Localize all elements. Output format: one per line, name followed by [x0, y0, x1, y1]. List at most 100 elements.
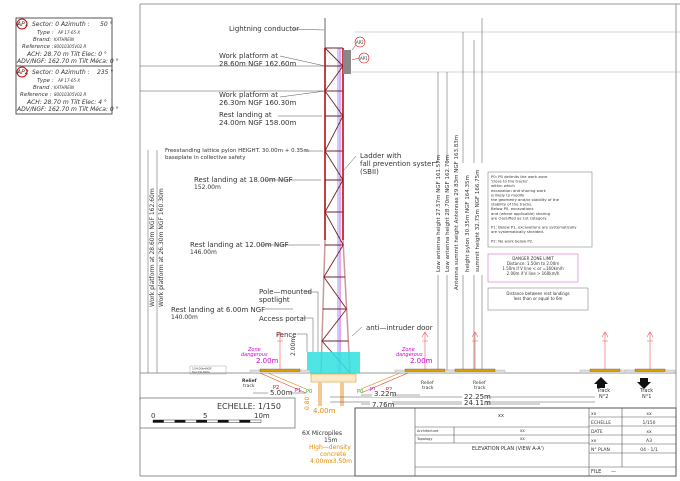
- label-ladder-3: (SBII): [360, 168, 379, 176]
- label-pylon-height: height pylon 30.35m NGF 164.35m: [465, 175, 471, 272]
- rail-track: [634, 368, 666, 372]
- ach: ACH: 28.70 m Tilt Elec: 0 °: [26, 51, 107, 58]
- pylon-brace: [323, 244, 344, 278]
- label-vertical-wp1: Work platform at 28.60m NGF 162.60m: [149, 188, 156, 307]
- label-fence-height: 2.00m: [290, 337, 297, 356]
- type: AP 17-65-X: [57, 30, 80, 35]
- label-pylon-sub: baseplate in collective safety: [165, 155, 246, 161]
- antenna-id: AP1: [16, 21, 29, 28]
- note-line: are classified as 1st category.: [491, 215, 547, 220]
- label-rest-landing-12: Rest landing at 12.00m NGF: [190, 241, 289, 249]
- label-relief-track-2: track: [422, 385, 434, 391]
- title-row-value: xx: [646, 412, 652, 417]
- type-label: Type :: [37, 78, 54, 84]
- label-ladder: Ladder with: [360, 152, 401, 160]
- title-main: xx: [498, 413, 504, 419]
- azimuth: 50 °: [100, 21, 113, 28]
- sector: Sector: 0 Azimuth :: [32, 69, 90, 76]
- title-architecture-label: Architecture: [417, 429, 438, 433]
- title-row-label: DATE: [591, 429, 603, 435]
- sector: Sector: 0 Azimuth :: [32, 21, 90, 28]
- title-row-label: xx: [591, 412, 597, 417]
- label-zone-distance: 2.00m: [410, 357, 433, 365]
- label-work-platform-2: Work platform at: [219, 91, 278, 99]
- reference-label: Reference :: [22, 44, 54, 50]
- title-row-value: xx: [646, 430, 652, 435]
- pylon-brace: [324, 211, 344, 246]
- note-line: P2: No work below P2.: [491, 238, 533, 243]
- label-work-platform-1: Work platform at: [219, 52, 278, 60]
- azimuth: 235 °: [97, 69, 113, 76]
- elevation-drawing: AP1 Sector: 0 Azimuth : 50 ° Type : AP 1…: [15, 3, 680, 477]
- label-p0: P0: [357, 389, 363, 395]
- scale-tick: 10m: [254, 412, 270, 420]
- dim-24-11m: 24.11m: [464, 399, 491, 407]
- label-zone-distance: 2.00m: [256, 357, 279, 365]
- brand-label: Brand:: [33, 37, 51, 43]
- type: AP 17-65-X: [57, 78, 80, 83]
- brand: KATHREIN: [54, 37, 74, 42]
- label-concrete-2: concrete: [320, 451, 346, 458]
- foundation-slab: [310, 373, 357, 383]
- antenna-box-ap2: AP2 Sector: 0 Azimuth : 235 ° Type : AP …: [15, 65, 119, 115]
- title-topology-value: xx: [520, 436, 525, 441]
- label-p0: P0: [306, 389, 312, 395]
- label-anti-intruder-door: anti—intruder door: [366, 324, 433, 332]
- adv: ADV/NGF: 162.70 m Tilt Méca: 0 °: [16, 58, 119, 65]
- label-work-platform-1-value: 28.60m NGF 162.60m: [219, 60, 296, 68]
- type-label: Type :: [37, 30, 54, 36]
- micropile: [340, 382, 344, 406]
- ap1-marker: AP1: [360, 56, 368, 61]
- title-row-label: xx: [591, 439, 597, 444]
- label-rest-landing-18: Rest landing at 18.00m NGF: [194, 176, 293, 184]
- title-block: [354, 407, 677, 477]
- label-access-portal: Access portal: [259, 315, 306, 323]
- title-row-value: A3: [646, 438, 652, 444]
- micropile: [318, 382, 322, 406]
- title-file-value: —: [611, 469, 616, 475]
- title-row-value: 04 - 1/1: [640, 447, 658, 453]
- note-distance: Distance between rest landingsless than …: [487, 287, 589, 311]
- label-micropiles-length: 15m: [324, 437, 338, 444]
- brand-label: Brand :: [33, 85, 53, 91]
- title-row-label: ECHELLE: [591, 420, 611, 426]
- antenna-panel: [343, 50, 351, 74]
- pylon-brace: [321, 308, 347, 342]
- label-relief-track-2: track: [243, 383, 255, 389]
- label-rest-landing-18-value: 152.00m: [194, 184, 221, 191]
- label-relief-track-2: track: [474, 385, 486, 391]
- title-file-label: FILE: [591, 469, 601, 475]
- label-concrete-size: 4.00mx3.50m: [310, 458, 352, 465]
- antenna-id: AP2: [16, 69, 29, 76]
- leaders: [140, 28, 363, 373]
- label-rest-landing-6: Rest landing at 6.00m NGF: [171, 306, 265, 314]
- label-low-antenna-height-1: Low antenna height 27.57m NGF 161.57m: [436, 155, 442, 272]
- label-ladder-2: fall prevention system: [360, 160, 438, 168]
- scale-tick: 5: [203, 412, 207, 420]
- rail-track: [454, 368, 496, 372]
- label-rest-landing-6-value: 140.00m: [171, 314, 198, 321]
- label-antenna-summit-height: Antenna summit height Antennas 29.83m NG…: [454, 135, 460, 290]
- reference: 80010305V02 R: [54, 92, 86, 97]
- scale-segment: [196, 420, 207, 423]
- rail-track: [259, 368, 301, 372]
- dim-4m: 4.00m: [313, 407, 336, 415]
- dim-3-22m: 3.22m: [374, 390, 397, 398]
- title-topology-label: Topology: [416, 437, 432, 441]
- scale-box: ECHELLE: 1/150 0 5 10m: [139, 397, 676, 477]
- scale-tick: 0: [151, 412, 155, 420]
- pylon-brace: [323, 276, 347, 310]
- note-line: 2.00m if V line > 160km/h: [507, 271, 560, 276]
- title-row-value: 1/150: [643, 420, 656, 426]
- scale-segment: [174, 420, 186, 423]
- scale-segment: [153, 420, 164, 423]
- label-work-platform-2-value: 26.30m NGF 160.30m: [219, 99, 296, 107]
- label-vertical-wp2: Work platform at 26.30m NGF 160.30m: [158, 188, 165, 307]
- title-plan: ELEVATION PLAN (VIEW A-A'): [472, 446, 544, 452]
- note-line: less than or equal to 6m: [514, 296, 563, 301]
- scale-segment: [217, 420, 229, 423]
- label-spotlight: Pole—mounted: [259, 288, 312, 296]
- note-line: are systematically shielded.: [491, 229, 544, 234]
- antenna-box-ap1: AP1 Sector: 0 Azimuth : 50 ° Type : AP 1…: [15, 17, 119, 67]
- note-p0-p1-p2: P0: P0 delimits the work zone'close to t…: [487, 171, 593, 248]
